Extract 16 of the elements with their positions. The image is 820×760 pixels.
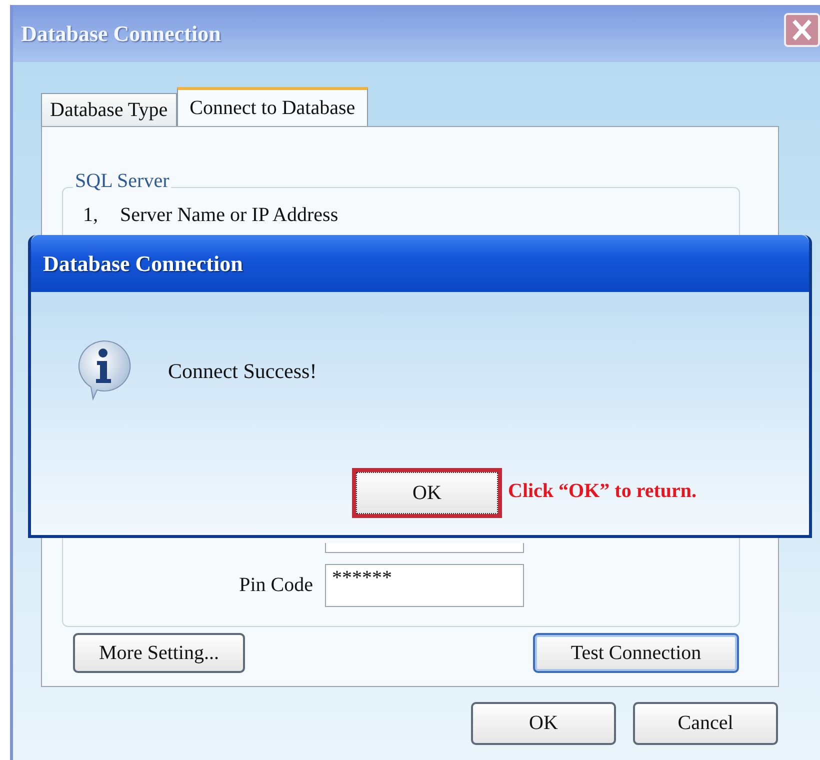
dialog-title: Database Connection bbox=[43, 250, 243, 276]
ok-button[interactable]: OK bbox=[471, 702, 616, 745]
cancel-button[interactable]: Cancel bbox=[633, 702, 778, 745]
input-field[interactable] bbox=[325, 543, 524, 553]
button[interactable]: More Setting... bbox=[73, 633, 245, 673]
pin-code-field[interactable]: ****** bbox=[325, 564, 524, 607]
pin-code-label: Pin Code bbox=[238, 574, 313, 597]
step-number: 1, bbox=[83, 204, 98, 227]
tab[interactable]: Database Type bbox=[41, 93, 177, 126]
button[interactable]: Test Connection bbox=[533, 633, 739, 673]
close-icon[interactable] bbox=[784, 12, 820, 46]
message-text: Connect Success! bbox=[168, 359, 317, 384]
tab[interactable]: Connect to Database bbox=[176, 87, 368, 126]
annotation-text: Click “OK” to return. bbox=[508, 480, 697, 503]
window-title: Database Connection bbox=[21, 20, 221, 46]
step-label: Server Name or IP Address bbox=[120, 204, 338, 227]
